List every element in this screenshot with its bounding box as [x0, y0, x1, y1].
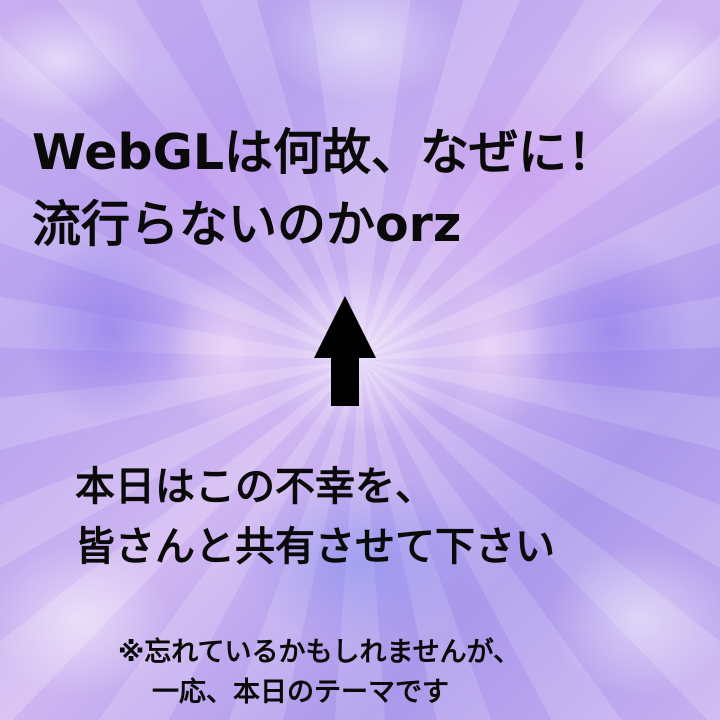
- footnote-line-2: 一応、本日のテーマです: [152, 677, 449, 708]
- footnote: ※忘れているかもしれませんが、 一応、本日のテーマです: [118, 633, 520, 713]
- footnote-line-1: ※忘れているかもしれませんが、: [118, 637, 521, 668]
- headline: WebGLは何故、なぜに！ 流行らないのかorz: [32, 117, 616, 261]
- message: 本日はこの不幸を、 皆さんと共有させて下さい: [75, 457, 555, 577]
- message-line-1: 本日はこの不幸を、: [75, 464, 435, 510]
- headline-line-2: 流行らないのかorz: [32, 196, 462, 253]
- message-line-2: 皆さんと共有させて下さい: [75, 524, 555, 570]
- headline-line-1: WebGLは何故、なぜに！: [32, 124, 617, 181]
- up-arrow-icon: [314, 296, 376, 406]
